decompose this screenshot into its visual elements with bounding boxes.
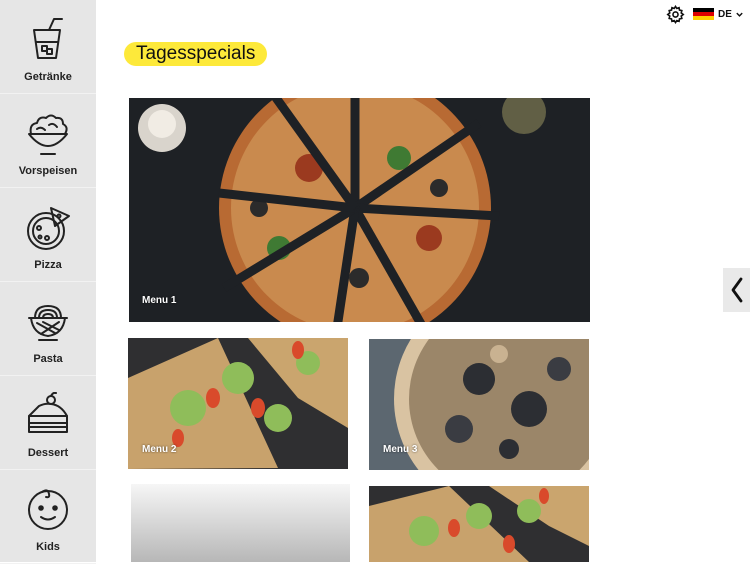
special-card-label: Menu 3 — [383, 444, 418, 455]
category-label: Pizza — [34, 259, 62, 271]
special-card-menu-1[interactable]: Menu 1 — [129, 98, 590, 322]
category-label: Vorspeisen — [18, 165, 78, 177]
baby-face-icon — [28, 489, 68, 530]
pizza-photo — [369, 486, 589, 562]
category-vorspeisen[interactable]: Vorspeisen — [0, 94, 96, 188]
side-panel-toggle[interactable] — [723, 268, 750, 312]
special-card-menu-5[interactable] — [369, 486, 589, 562]
category-label: Kids — [36, 541, 60, 553]
special-card-placeholder[interactable] — [131, 484, 350, 562]
special-card-label: Menu 2 — [142, 444, 177, 455]
cake-icon — [28, 392, 68, 433]
salad-bowl-icon — [28, 114, 68, 155]
category-pizza[interactable]: Pizza — [0, 188, 96, 282]
language-code: DE — [718, 8, 732, 20]
language-selector[interactable]: DE — [693, 6, 744, 22]
special-card-menu-3[interactable]: Menu 3 — [369, 339, 589, 470]
category-sidebar: Getränke Vorspeisen Pizza Pasta Dessert … — [0, 0, 96, 564]
chevron-down-icon — [736, 12, 743, 17]
special-card-label: Menu 1 — [142, 295, 177, 306]
drink-icon — [33, 18, 63, 59]
category-pasta[interactable]: Pasta — [0, 282, 96, 376]
pasta-icon — [28, 305, 68, 341]
special-card-menu-2[interactable]: Menu 2 — [128, 338, 348, 469]
german-flag-icon — [693, 7, 714, 21]
category-dessert[interactable]: Dessert — [0, 376, 96, 470]
chevron-left-icon — [731, 277, 742, 303]
page-title: Tagesspecials — [124, 42, 268, 66]
flag-stripe-gold — [693, 16, 714, 21]
category-label: Pasta — [33, 353, 63, 365]
pizza-icon — [27, 207, 70, 250]
gear-icon[interactable] — [666, 5, 685, 24]
pizza-photo — [129, 98, 590, 322]
category-label: Dessert — [27, 447, 69, 459]
category-getraenke[interactable]: Getränke — [0, 0, 96, 94]
category-kids[interactable]: Kids — [0, 470, 96, 564]
category-label: Getränke — [24, 71, 72, 83]
